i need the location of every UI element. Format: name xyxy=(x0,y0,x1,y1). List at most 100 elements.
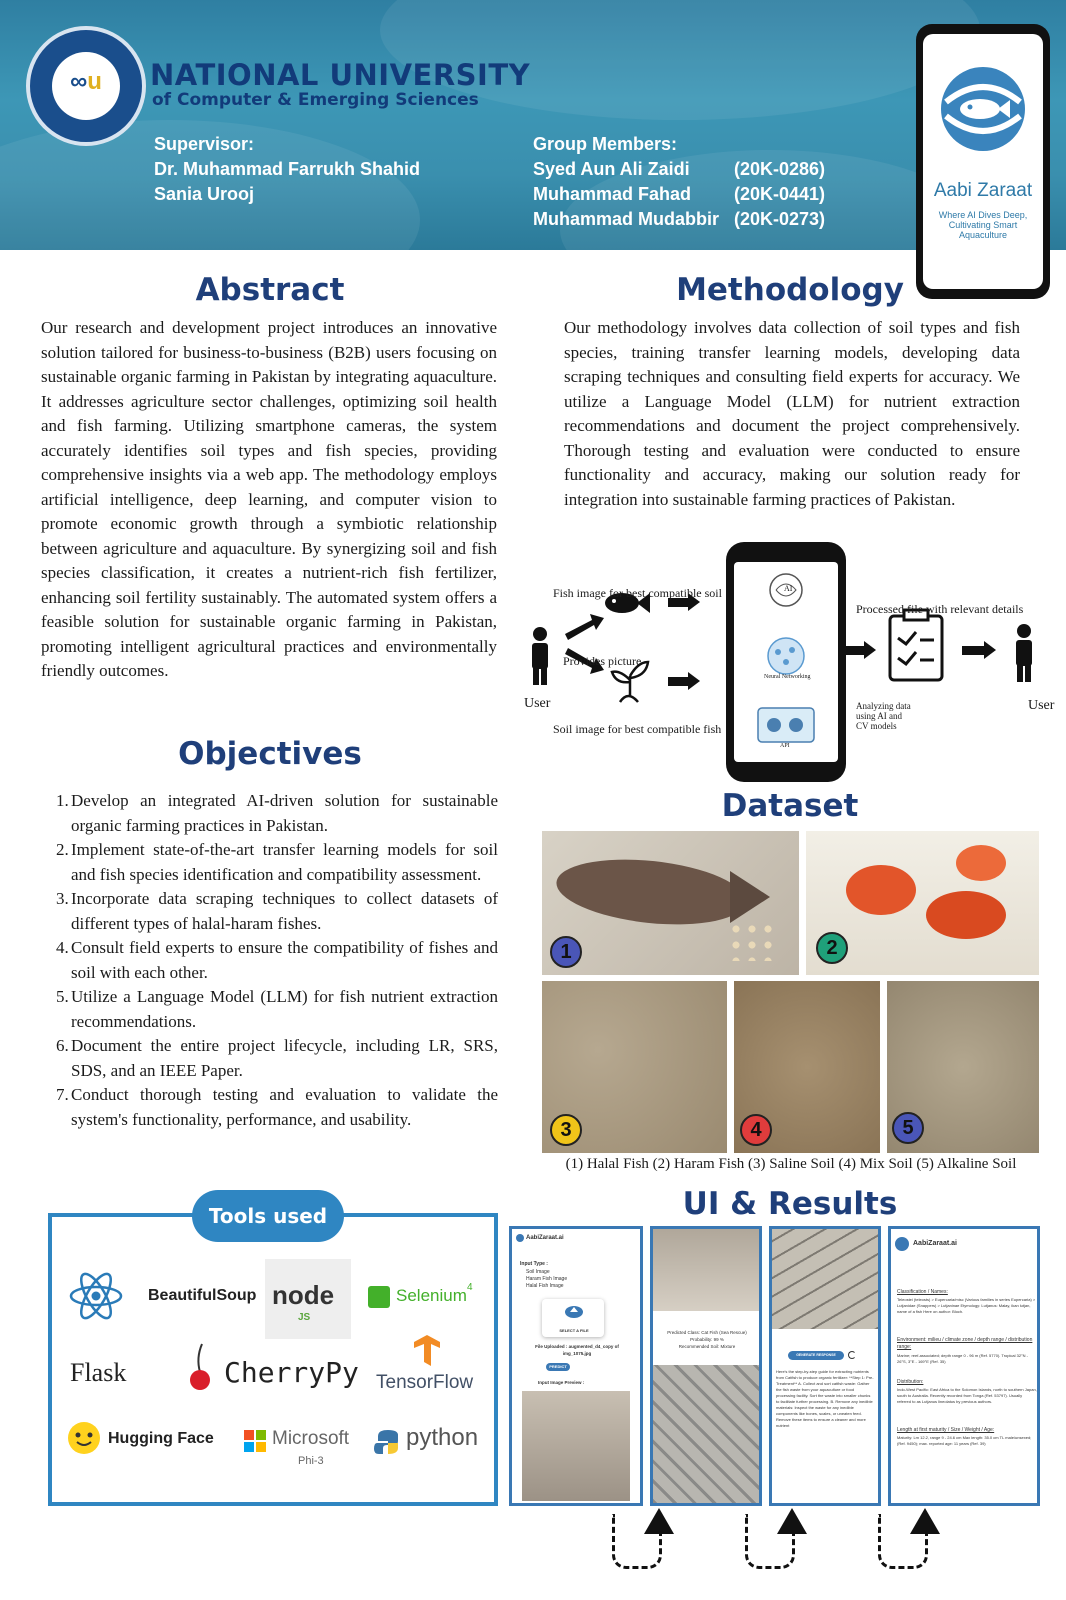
objective-item: 1. Develop an integrated AI-driven soluti… xyxy=(56,791,498,835)
diagram-soil-label: Soil image for best compatible fish xyxy=(553,722,722,736)
objective-item: 6. Document the entire project lifecycle,… xyxy=(56,1036,498,1080)
response-text: Here's the step-by-step guide for extrac… xyxy=(776,1369,874,1428)
supervisor-label: Supervisor: xyxy=(154,134,255,154)
nodejs-logo: node xyxy=(272,1280,335,1310)
diagram-api-label: API xyxy=(780,743,790,749)
app-name: Aabi Zaraat xyxy=(933,180,1033,201)
objective-item: 7. Conduct thorough testing and evaluatio… xyxy=(56,1085,498,1129)
file-uploaded-text: File Uploaded : augmented_d4_copy of img… xyxy=(535,1344,619,1356)
dataset-badge: 1 xyxy=(550,936,582,968)
cracked-soil-image xyxy=(653,1365,759,1503)
methodology-text: Our methodology involves data collection… xyxy=(564,318,1020,509)
upload-icon xyxy=(565,1306,583,1318)
python-icon xyxy=(374,1430,398,1454)
objective-item: 5. Utilize a Language Model (LLM) for fis… xyxy=(56,987,498,1031)
supervisor-name: Sania Urooj xyxy=(154,184,255,204)
member-id: (20K-0441) xyxy=(734,184,826,204)
length-text: Maturity: Lm 12.2, range 9 - 24.6 cm Max… xyxy=(897,1435,1032,1446)
group-block: Group Members: Syed Aun Ali Zaidi Muhamm… xyxy=(533,132,719,232)
objectives-list: 1. Develop an integrated AI-driven soluti… xyxy=(56,789,498,1132)
beautifulsoup-logo: BeautifulSoup xyxy=(148,1287,257,1304)
abstract-heading: Abstract xyxy=(195,272,345,308)
selenium-icon xyxy=(368,1286,390,1308)
select-file-label: SELECT A FILE xyxy=(559,1328,589,1333)
preview-label: Input Image Preview : xyxy=(538,1380,585,1385)
cherry-icon xyxy=(190,1343,210,1390)
option-soil[interactable]: Soil Image xyxy=(526,1269,550,1276)
diagram-neural-label: Neural Networking xyxy=(764,674,811,680)
tensorflow-icon xyxy=(414,1335,440,1366)
tools-heading: Tools used xyxy=(192,1190,344,1242)
diagram-provides-label: Provides picture xyxy=(563,654,642,668)
methodology-heading: Methodology xyxy=(676,272,904,308)
diagram-fish-label: Fish image for best compatible soil xyxy=(553,586,722,600)
tensorflow-logo: TensorFlow xyxy=(376,1372,474,1393)
supervisor-name: Dr. Muhammad Farrukh Shahid xyxy=(154,159,421,179)
group-label: Group Members: xyxy=(533,134,678,154)
member-id: (20K-0286) xyxy=(734,159,826,179)
abstract-text: Our research and development project int… xyxy=(41,318,497,680)
member-name: Syed Aun Ali Zaidi xyxy=(533,159,690,179)
api-icon xyxy=(757,707,815,743)
panel-brand: AabiZaraat.ai xyxy=(526,1235,564,1241)
supervisor-block: Supervisor: Dr. Muhammad Farrukh Shahid … xyxy=(154,132,420,207)
option-haram-fish[interactable]: Haram Fish Image xyxy=(526,1276,567,1283)
arrow-up-icon xyxy=(644,1508,674,1534)
diagram-processed-label: Processed file with relevant details xyxy=(856,602,1024,616)
dataset-badge: 2 xyxy=(816,932,848,964)
dataset-badge: 5 xyxy=(892,1112,924,1144)
hugging-face-logo: Hugging Face xyxy=(108,1430,214,1447)
member-id: (20K-0273) xyxy=(734,209,826,229)
fish-result-image xyxy=(653,1229,759,1311)
distribution-text: Indo-West Pacific: East Africa to the So… xyxy=(897,1387,1037,1404)
ui-panel-response: GENERATE RESPONSE Here's the step-by-ste… xyxy=(769,1226,881,1506)
objective-item: 3. Incorporate data scraping techniques t… xyxy=(56,889,498,933)
app-tagline: Where AI Dives Deep, Cultivating Smart A… xyxy=(938,210,1028,240)
input-type-label: Input Type : xyxy=(520,1261,548,1267)
diagram-user-left: User xyxy=(524,696,551,711)
input-image-preview xyxy=(522,1391,630,1501)
arrow-icon xyxy=(842,641,996,659)
dataset-caption: (1) Halal Fish (2) Haram Fish (3) Saline… xyxy=(565,1156,1017,1172)
brand-icon xyxy=(895,1237,909,1251)
arrow-up-icon xyxy=(910,1508,940,1534)
distribution-heading: Distribution: xyxy=(897,1379,924,1385)
ui-panel-input: AabiZaraat.ai Input Type : Soil Image Ha… xyxy=(509,1226,643,1506)
user-icon xyxy=(1016,624,1032,682)
clipboard-icon xyxy=(888,608,944,682)
cherrypy-logo: CherryPy xyxy=(224,1356,359,1389)
objective-item: 2. Implement state-of-the-art transfer le… xyxy=(56,840,498,884)
option-halal-fish[interactable]: Halal Fish Image xyxy=(526,1283,564,1290)
generate-response-button[interactable]: GENERATE RESPONSE xyxy=(788,1351,844,1360)
selenium-logo: Selenium xyxy=(396,1286,467,1305)
python-logo: python xyxy=(406,1424,479,1451)
environment-heading: Environment: milieu / climate zone / dep… xyxy=(897,1337,1033,1350)
member-name: Muhammad Fahad xyxy=(533,184,692,204)
recommended-soil: Recommended Soil: Mixture xyxy=(678,1344,736,1349)
arrow-icon xyxy=(668,593,700,690)
ui-panel-species-info: AabiZaraat.ai Classification / Names: Te… xyxy=(888,1226,1040,1506)
dataset-badge: 4 xyxy=(740,1114,772,1146)
brand-icon xyxy=(516,1234,524,1242)
microsoft-logo: Microsoft xyxy=(272,1428,350,1449)
diagram-ai-label: AI xyxy=(784,584,793,593)
fish-logo-icon xyxy=(941,67,1025,151)
objective-item: 4. Consult field experts to ensure the co… xyxy=(56,938,498,982)
predict-button[interactable]: PREDICT xyxy=(546,1363,570,1371)
selenium-version: 4 xyxy=(467,1282,473,1293)
diagram-user-right: User xyxy=(1028,698,1055,713)
classification-text: Teleostei (teleosts) > Eupercaria/misc (… xyxy=(897,1297,1036,1314)
user-icon xyxy=(532,627,548,685)
neural-network-icon xyxy=(767,637,805,675)
university-subtitle: of Computer & Emerging Sciences xyxy=(152,90,479,110)
diagram-analyzing-label: Analyzing data using AI and CV models xyxy=(856,701,911,731)
member-ids: (20K-0286) (20K-0441) (20K-0273) xyxy=(734,157,825,232)
environment-text: Marine; reef-associated; depth range 0 -… xyxy=(897,1353,1028,1364)
university-name: NATIONAL UNIVERSITY xyxy=(150,58,531,92)
arrow-up-icon xyxy=(777,1508,807,1534)
microsoft-icon xyxy=(244,1430,266,1452)
react-icon xyxy=(69,1272,123,1320)
probability: Probability: 99 % xyxy=(690,1337,724,1342)
ui-panel-prediction: Predicted Class: Cat Fish (Sea Rescue) P… xyxy=(650,1226,762,1506)
length-heading: Length at first maturity / Size / Weight… xyxy=(897,1427,995,1433)
